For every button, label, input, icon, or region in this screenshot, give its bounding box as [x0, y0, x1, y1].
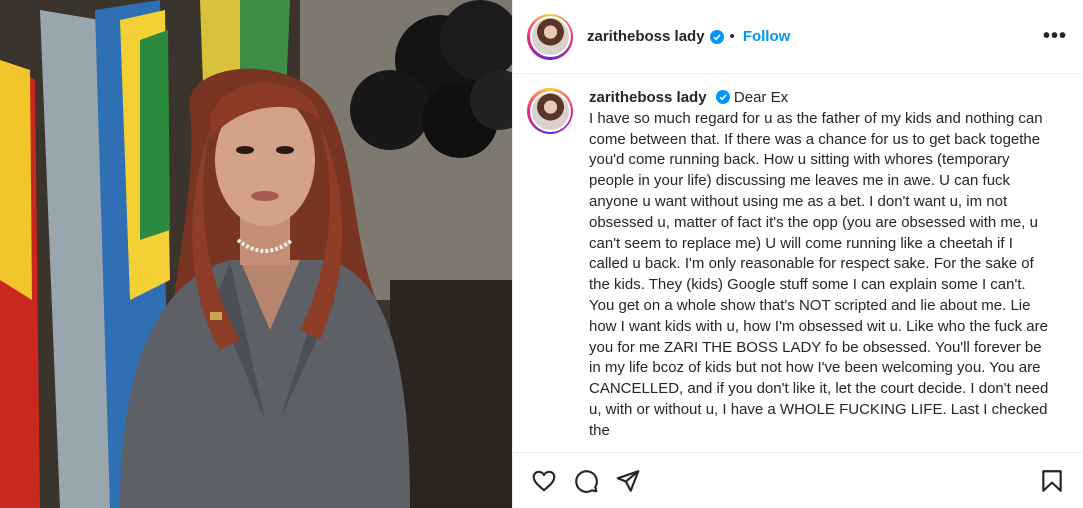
caption-title: Dear Ex: [733, 89, 789, 106]
post-header: zaritheboss lady • Follow •••: [513, 0, 1083, 74]
heart-icon[interactable]: [531, 468, 557, 494]
post-photo[interactable]: [0, 0, 512, 508]
woman-portrait-image: [0, 0, 512, 508]
avatar[interactable]: [527, 13, 573, 60]
verified-badge-icon: [709, 29, 724, 44]
username-link[interactable]: zaritheboss lady: [587, 28, 705, 45]
share-icon[interactable]: [615, 468, 641, 494]
verified-badge-icon: [715, 90, 730, 104]
caption-area: zaritheboss lady Dear Ex I have so much …: [513, 74, 1083, 452]
more-options-icon[interactable]: •••: [1043, 25, 1067, 48]
caption-username[interactable]: zaritheboss lady: [589, 89, 707, 106]
avatar-image: [531, 18, 569, 55]
caption-body: I have so much regard for u as the fathe…: [589, 109, 1049, 439]
caption-text: zaritheboss lady Dear Ex I have so much …: [589, 88, 1049, 448]
follow-button[interactable]: Follow: [743, 28, 791, 45]
comment-icon[interactable]: [573, 468, 599, 494]
instagram-post: zaritheboss lady • Follow ••• zarithebos…: [0, 0, 1083, 508]
bookmark-icon[interactable]: [1039, 468, 1065, 494]
post-sidebar: zaritheboss lady • Follow ••• zarithebos…: [512, 0, 1083, 508]
avatar-image: [531, 92, 569, 130]
caption-avatar[interactable]: [527, 88, 573, 134]
separator-dot: •: [729, 28, 735, 45]
post-actions: [513, 452, 1083, 508]
